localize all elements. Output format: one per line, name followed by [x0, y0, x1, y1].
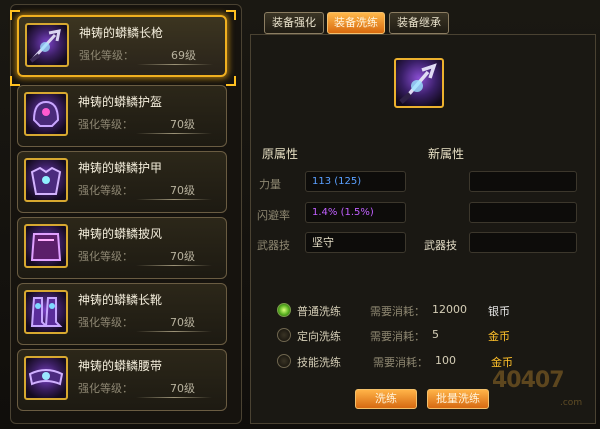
tab-enhance[interactable]: 装备强化 [264, 12, 324, 34]
original-attributes-title: 原属性 [262, 147, 299, 161]
divider [136, 265, 212, 266]
radio-directed-refine[interactable] [277, 328, 291, 342]
spear-icon [394, 58, 444, 108]
item-name: 神铸的蟒鳞长枪 [79, 26, 164, 40]
selection-corner [226, 10, 236, 20]
item-level: 70级 [170, 316, 195, 329]
weapon-skill-value: 坚守 [305, 232, 406, 253]
new-dodge-value [469, 202, 577, 223]
selection-corner [10, 76, 20, 86]
item-level-label: 强化等级： [78, 382, 133, 395]
helmet-icon [24, 92, 68, 136]
divider [136, 133, 212, 134]
dodge-label: 闪避率 [257, 209, 290, 222]
item-level-label: 强化等级： [78, 250, 133, 263]
equipment-list: 神铸的蟒鳞长枪 强化等级： 69级 神铸的蟒鳞护盔 强化等级： 70级 神铸的蟒… [10, 4, 242, 424]
equipment-item-boots[interactable]: 神铸的蟒鳞长靴 强化等级： 70级 [17, 283, 227, 345]
equipment-item-cloak[interactable]: 神铸的蟒鳞披风 强化等级： 70级 [17, 217, 227, 279]
equipment-item-helmet[interactable]: 神铸的蟒鳞护盔 强化等级： 70级 [17, 85, 227, 147]
cost-value: 5 [432, 328, 439, 341]
new-attributes-title: 新属性 [428, 147, 465, 161]
item-name: 神铸的蟒鳞护甲 [78, 161, 163, 175]
spear-icon [25, 23, 69, 67]
currency-gold: 金币 [488, 330, 510, 343]
divider [136, 397, 212, 398]
cloak-icon [24, 224, 68, 268]
equipment-item-armor[interactable]: 神铸的蟒鳞护甲 强化等级： 70级 [17, 151, 227, 213]
new-weapon-skill-value [469, 232, 577, 253]
directed-refine-label: 定向洗练 [297, 330, 341, 343]
item-level-label: 强化等级： [78, 118, 133, 131]
radio-skill-refine[interactable] [277, 354, 291, 368]
item-name: 神铸的蟒鳞披风 [78, 227, 163, 241]
cost-value: 12000 [432, 303, 467, 316]
item-level-label: 强化等级： [78, 316, 133, 329]
item-name: 神铸的蟒鳞长靴 [78, 293, 163, 307]
cost-label: 需要消耗： [370, 330, 425, 343]
currency-silver: 银币 [488, 305, 510, 318]
dodge-value: 1.4% (1.5%) [305, 202, 406, 223]
tab-inherit[interactable]: 装备继承 [389, 12, 449, 34]
item-level: 70级 [170, 118, 195, 131]
watermark-suffix: .com [560, 398, 583, 408]
strength-value: 113 (125) [305, 171, 406, 192]
divider [136, 331, 212, 332]
strength-label: 力量 [259, 178, 281, 191]
item-level: 70级 [170, 250, 195, 263]
item-level: 69级 [171, 49, 196, 62]
weapon-skill-label: 武器技 [257, 239, 290, 252]
cost-label: 需要消耗： [370, 305, 425, 318]
selection-corner [10, 10, 20, 20]
item-level-label: 强化等级： [79, 49, 134, 62]
divider [136, 199, 212, 200]
cost-value: 100 [435, 354, 456, 367]
batch-refine-button[interactable]: 批量洗练 [427, 389, 489, 409]
item-level-label: 强化等级： [78, 184, 133, 197]
boots-icon [24, 290, 68, 334]
normal-refine-label: 普通洗练 [297, 305, 341, 318]
item-level: 70级 [170, 382, 195, 395]
tab-refine[interactable]: 装备洗练 [327, 12, 385, 34]
new-weapon-skill-label: 武器技 [424, 239, 457, 252]
refine-window: 神铸的蟒鳞长枪 强化等级： 69级 神铸的蟒鳞护盔 强化等级： 70级 神铸的蟒… [0, 0, 600, 429]
new-strength-value [469, 171, 577, 192]
refine-button[interactable]: 洗练 [355, 389, 417, 409]
radio-normal-refine[interactable] [277, 303, 291, 317]
skill-refine-label: 技能洗练 [297, 356, 341, 369]
belt-icon [24, 356, 68, 400]
cost-label: 需要消耗： [373, 356, 428, 369]
equipment-item-spear[interactable]: 神铸的蟒鳞长枪 强化等级： 69级 [17, 15, 227, 77]
watermark-logo: 40407 [492, 368, 565, 393]
armor-icon [24, 158, 68, 202]
divider [137, 64, 213, 65]
equipment-item-belt[interactable]: 神铸的蟒鳞腰带 强化等级： 70级 [17, 349, 227, 411]
selection-corner [226, 76, 236, 86]
item-name: 神铸的蟒鳞护盔 [78, 95, 163, 109]
item-level: 70级 [170, 184, 195, 197]
item-name: 神铸的蟒鳞腰带 [78, 359, 163, 373]
